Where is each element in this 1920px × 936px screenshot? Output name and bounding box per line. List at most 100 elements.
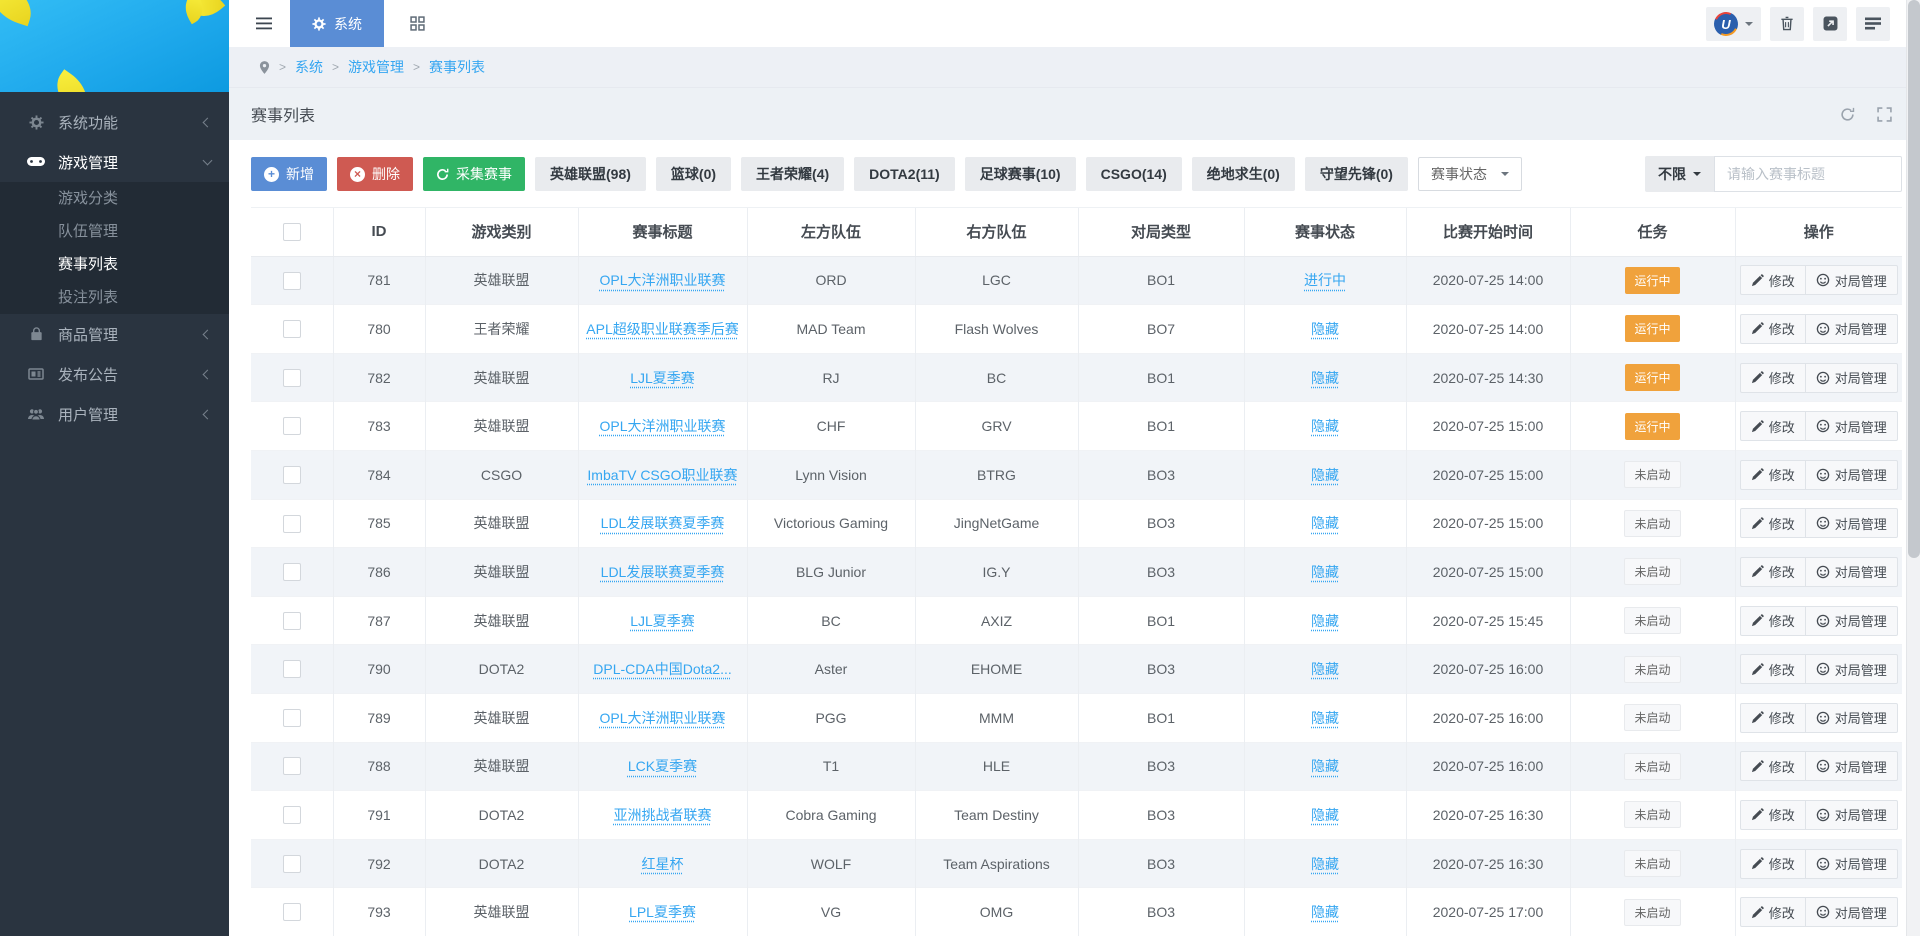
sidebar-item-user-management[interactable]: 用户管理: [0, 394, 229, 434]
row-checkbox[interactable]: [283, 320, 301, 338]
event-title-link[interactable]: OPL大洋洲职业联赛: [599, 418, 725, 434]
sidebar-item-team-management[interactable]: 队伍管理: [0, 215, 229, 248]
event-title-link[interactable]: LPL夏季赛: [629, 904, 696, 920]
game-filter-button-5[interactable]: CSGO(14): [1086, 157, 1182, 191]
event-title-link[interactable]: LDL发展联赛夏季赛: [601, 515, 725, 531]
event-status-link[interactable]: 隐藏: [1311, 661, 1339, 677]
row-checkbox[interactable]: [283, 417, 301, 435]
row-checkbox[interactable]: [283, 272, 301, 290]
row-checkbox[interactable]: [283, 709, 301, 727]
row-checkbox[interactable]: [283, 660, 301, 678]
event-status-link[interactable]: 隐藏: [1311, 321, 1339, 337]
game-filter-button-6[interactable]: 绝地求生(0): [1192, 157, 1295, 191]
row-checkbox[interactable]: [283, 903, 301, 921]
search-scope-select[interactable]: 不限: [1645, 156, 1714, 192]
event-title-link[interactable]: OPL大洋洲职业联赛: [599, 710, 725, 726]
event-title-link[interactable]: LJL夏季赛: [630, 613, 695, 629]
refresh-icon[interactable]: [1840, 107, 1855, 122]
event-title-link[interactable]: LCK夏季赛: [628, 758, 697, 774]
event-status-link[interactable]: 隐藏: [1311, 613, 1339, 629]
game-filter-button-3[interactable]: DOTA2(11): [854, 157, 955, 191]
event-status-link[interactable]: 隐藏: [1311, 807, 1339, 823]
event-status-link[interactable]: 隐藏: [1311, 418, 1339, 434]
event-title-link[interactable]: LDL发展联赛夏季赛: [601, 564, 725, 580]
edit-button[interactable]: 修改: [1740, 508, 1806, 538]
match-manage-button[interactable]: 对局管理: [1806, 411, 1898, 441]
collect-events-button[interactable]: 采集赛事: [423, 157, 525, 191]
game-filter-button-7[interactable]: 守望先锋(0): [1305, 157, 1408, 191]
row-checkbox[interactable]: [283, 563, 301, 581]
page-scrollbar[interactable]: [1906, 0, 1920, 936]
match-manage-button[interactable]: 对局管理: [1806, 265, 1898, 295]
event-status-select[interactable]: 赛事状态: [1418, 157, 1522, 191]
sidebar-item-game-category[interactable]: 游戏分类: [0, 182, 229, 215]
select-all-checkbox[interactable]: [283, 223, 301, 241]
edit-button[interactable]: 修改: [1740, 703, 1806, 733]
game-filter-button-4[interactable]: 足球赛事(10): [965, 157, 1076, 191]
list-toggle-button[interactable]: [1856, 7, 1890, 41]
edit-button[interactable]: 修改: [1740, 800, 1806, 830]
event-title-link[interactable]: DPL-CDA中国Dota2...: [593, 661, 731, 677]
sidebar-item-product-management[interactable]: 商品管理: [0, 314, 229, 354]
event-title-link[interactable]: OPL大洋洲职业联赛: [599, 272, 725, 288]
match-manage-button[interactable]: 对局管理: [1806, 606, 1898, 636]
row-checkbox[interactable]: [283, 515, 301, 533]
trash-button[interactable]: [1770, 7, 1804, 41]
row-checkbox[interactable]: [283, 369, 301, 387]
event-title-link[interactable]: LJL夏季赛: [630, 370, 695, 386]
game-filter-button-1[interactable]: 篮球(0): [656, 157, 731, 191]
row-checkbox[interactable]: [283, 466, 301, 484]
search-input[interactable]: [1714, 156, 1902, 192]
event-title-link[interactable]: APL超级职业联赛季后赛: [586, 321, 738, 337]
open-window-button[interactable]: [1813, 7, 1847, 41]
match-manage-button[interactable]: 对局管理: [1806, 703, 1898, 733]
edit-button[interactable]: 修改: [1740, 411, 1806, 441]
event-status-link[interactable]: 隐藏: [1311, 710, 1339, 726]
match-manage-button[interactable]: 对局管理: [1806, 508, 1898, 538]
delete-button[interactable]: × 删除: [337, 157, 413, 191]
match-manage-button[interactable]: 对局管理: [1806, 849, 1898, 879]
row-checkbox[interactable]: [283, 612, 301, 630]
match-manage-button[interactable]: 对局管理: [1806, 314, 1898, 344]
edit-button[interactable]: 修改: [1740, 363, 1806, 393]
event-status-link[interactable]: 隐藏: [1311, 758, 1339, 774]
event-title-link[interactable]: 红星杯: [642, 856, 684, 872]
edit-button[interactable]: 修改: [1740, 751, 1806, 781]
event-status-link[interactable]: 隐藏: [1311, 904, 1339, 920]
breadcrumb-item-game-management[interactable]: 游戏管理: [348, 57, 404, 77]
edit-button[interactable]: 修改: [1740, 314, 1806, 344]
edit-button[interactable]: 修改: [1740, 897, 1806, 927]
event-title-link[interactable]: 亚洲挑战者联赛: [614, 807, 712, 823]
match-manage-button[interactable]: 对局管理: [1806, 751, 1898, 781]
edit-button[interactable]: 修改: [1740, 849, 1806, 879]
row-checkbox[interactable]: [283, 757, 301, 775]
event-status-link[interactable]: 隐藏: [1311, 370, 1339, 386]
match-manage-button[interactable]: 对局管理: [1806, 460, 1898, 490]
match-manage-button[interactable]: 对局管理: [1806, 654, 1898, 684]
event-title-link[interactable]: ImbaTV CSGO职业联赛: [587, 467, 737, 483]
add-button[interactable]: + 新增: [251, 157, 327, 191]
edit-button[interactable]: 修改: [1740, 654, 1806, 684]
match-manage-button[interactable]: 对局管理: [1806, 363, 1898, 393]
match-manage-button[interactable]: 对局管理: [1806, 557, 1898, 587]
sidebar-item-bet-list[interactable]: 投注列表: [0, 281, 229, 314]
match-manage-button[interactable]: 对局管理: [1806, 800, 1898, 830]
edit-button[interactable]: 修改: [1740, 557, 1806, 587]
event-status-link[interactable]: 进行中: [1304, 272, 1346, 288]
menu-icon[interactable]: [250, 11, 278, 36]
event-status-link[interactable]: 隐藏: [1311, 515, 1339, 531]
sidebar-item-event-list[interactable]: 赛事列表: [0, 248, 229, 281]
breadcrumb-item-system[interactable]: 系统: [295, 57, 323, 77]
event-status-link[interactable]: 隐藏: [1311, 856, 1339, 872]
game-filter-button-2[interactable]: 王者荣耀(4): [741, 157, 844, 191]
match-manage-button[interactable]: 对局管理: [1806, 897, 1898, 927]
apps-grid-icon[interactable]: [404, 10, 431, 37]
event-status-link[interactable]: 隐藏: [1311, 467, 1339, 483]
breadcrumb-item-event-list[interactable]: 赛事列表: [429, 57, 485, 77]
event-status-link[interactable]: 隐藏: [1311, 564, 1339, 580]
row-checkbox[interactable]: [283, 806, 301, 824]
game-filter-button-0[interactable]: 英雄联盟(98): [535, 157, 646, 191]
edit-button[interactable]: 修改: [1740, 460, 1806, 490]
edit-button[interactable]: 修改: [1740, 606, 1806, 636]
user-menu-button[interactable]: U: [1706, 7, 1761, 41]
